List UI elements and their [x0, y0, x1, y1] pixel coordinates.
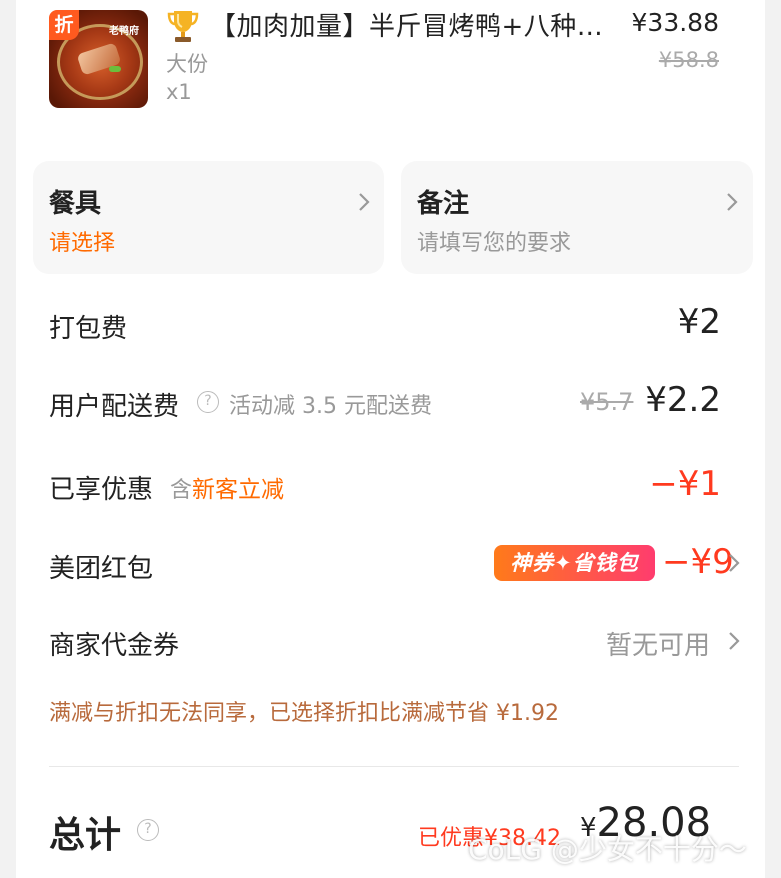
- super-coupon-badge[interactable]: 神券✦省钱包: [494, 545, 655, 581]
- delivery-fee-value: ¥2.2: [645, 380, 721, 420]
- help-icon[interactable]: ?: [137, 819, 159, 841]
- tableware-title: 餐具: [49, 189, 102, 219]
- packing-fee-label: 打包费: [49, 314, 128, 344]
- product-quantity: x1: [166, 80, 192, 104]
- trophy-icon: [167, 11, 199, 42]
- discount-label: 已享优惠: [49, 475, 154, 505]
- discount-prefix: 含: [170, 478, 193, 503]
- product-spec: 大份: [166, 52, 208, 76]
- delivery-fee-original: ¥5.7: [580, 388, 634, 416]
- product-original-price: ¥58.8: [658, 48, 719, 72]
- merchant-voucher-value[interactable]: 暂无可用: [606, 625, 710, 662]
- total-label: 总计: [49, 815, 122, 856]
- discount-value: −¥1: [649, 464, 721, 504]
- red-packet-label: 美团红包: [49, 554, 154, 584]
- delivery-fee-note: 活动减 3.5 元配送费: [229, 394, 432, 419]
- divider: [49, 766, 739, 767]
- discount-tag: 折: [49, 10, 79, 40]
- remark-subtitle: 请填写您的要求: [417, 231, 572, 256]
- remark-title: 备注: [417, 189, 470, 219]
- brand-logo-text: 老鸭府: [109, 26, 139, 37]
- dish-garnish: [109, 66, 121, 72]
- chevron-right-icon[interactable]: [727, 630, 741, 652]
- discount-promo: 新客立减: [192, 477, 284, 503]
- delivery-fee-label: 用户配送费: [49, 392, 180, 422]
- packing-fee-value: ¥2: [677, 302, 721, 342]
- chevron-right-icon[interactable]: [727, 552, 741, 574]
- merchant-voucher-label: 商家代金券: [49, 631, 180, 661]
- help-icon[interactable]: ?: [197, 391, 219, 413]
- product-name[interactable]: 【加肉加量】半斤冒烤鸭+八种…: [210, 6, 620, 43]
- chevron-right-icon: [727, 193, 738, 211]
- watermark: CoLG @少女不十分～: [468, 833, 747, 866]
- discount-notice: 满减与折扣无法同享，已选择折扣比满减节省 ¥1.92: [49, 701, 559, 726]
- tableware-selector[interactable]: 餐具 请选择: [33, 161, 384, 274]
- red-packet-value[interactable]: −¥9: [662, 542, 734, 582]
- order-card: [16, 0, 765, 878]
- product-price: ¥33.88: [631, 8, 719, 37]
- remark-selector[interactable]: 备注 请填写您的要求: [401, 161, 753, 274]
- chevron-right-icon: [359, 193, 370, 211]
- tableware-subtitle: 请选择: [49, 231, 116, 256]
